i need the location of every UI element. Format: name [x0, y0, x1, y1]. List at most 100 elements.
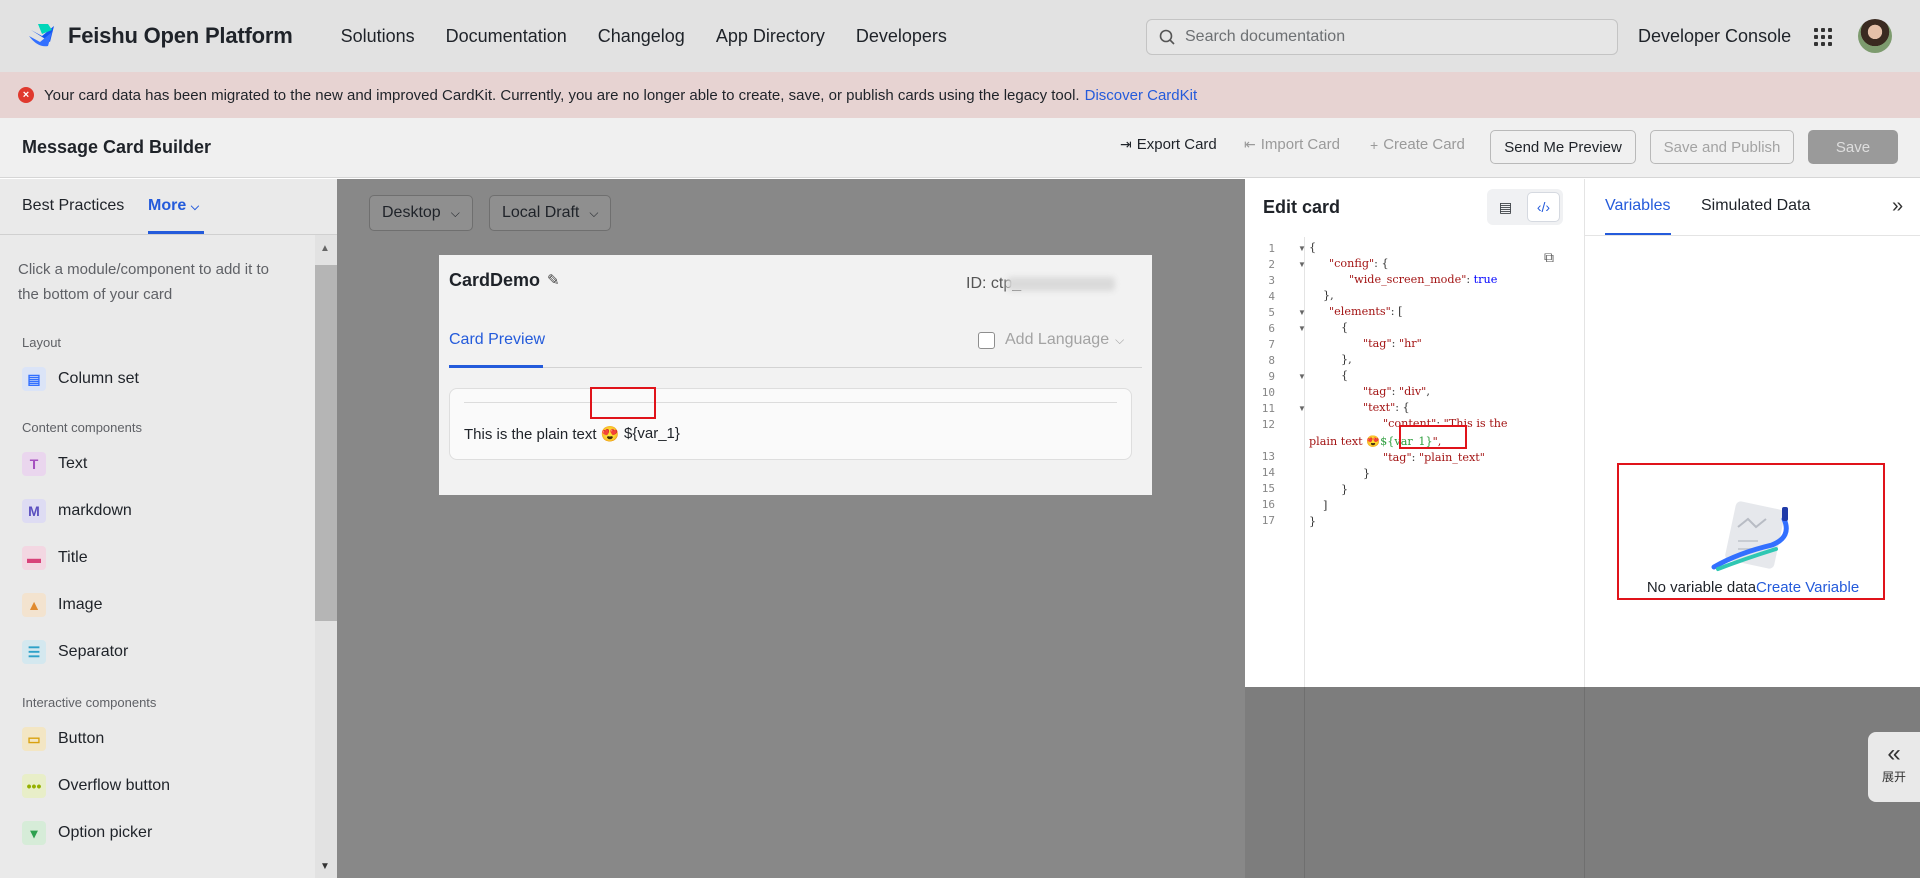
import-card-button[interactable]: ⇤ Import Card — [1244, 136, 1340, 153]
code-line: "wide_screen_mode": true — [1349, 273, 1498, 286]
component-text[interactable]: T Text — [22, 452, 87, 476]
highlight-box — [1617, 463, 1885, 600]
create-card-button[interactable]: + Create Card — [1370, 136, 1465, 153]
tab-divider — [449, 367, 1142, 368]
tab-best-practices[interactable]: Best Practices — [22, 197, 124, 215]
save-and-publish-button[interactable]: Save and Publish — [1650, 130, 1794, 164]
builder-header: Message Card Builder ⇥ Export Card ⇤ Impor… — [0, 118, 1920, 178]
line-number: 6 — [1268, 322, 1275, 335]
add-language-label: Add Language — [1005, 331, 1110, 348]
line-number: 14 — [1261, 466, 1275, 479]
component-panel: Best Practices More ⌵ Click a module/com… — [0, 179, 337, 878]
export-card-button[interactable]: ⇥ Export Card — [1120, 136, 1217, 153]
chevron-down-icon: ⌵ — [1115, 332, 1125, 347]
save-button[interactable]: Save — [1808, 130, 1898, 164]
expand-panel-button[interactable]: « 展开 — [1868, 732, 1920, 802]
component-label: Overflow button — [58, 777, 171, 794]
tab-simulated-data[interactable]: Simulated Data — [1701, 197, 1810, 215]
editor-title: Edit card — [1263, 197, 1341, 217]
component-markdown[interactable]: Mmarkdown — [22, 499, 132, 523]
edit-name-icon[interactable]: ✎ — [547, 271, 560, 289]
component-label: Column set — [58, 370, 139, 387]
tab-card-preview[interactable]: Card Preview — [449, 331, 545, 349]
scroll-down-icon[interactable]: ▼ — [320, 861, 330, 872]
top-navbar: Feishu Open Platform Solutions Documenta… — [0, 0, 1920, 72]
fold-arrow-icon[interactable]: ▼ — [1298, 260, 1306, 269]
button-icon: ▭ — [22, 727, 46, 751]
discover-cardkit-link[interactable]: Discover CardKit — [1085, 87, 1198, 104]
draft-dropdown-value: Local Draft — [502, 204, 580, 221]
scrollbar-thumb[interactable] — [315, 265, 337, 621]
form-view-icon[interactable]: ▤ — [1487, 189, 1524, 225]
line-number: 3 — [1268, 274, 1275, 287]
card-separator — [464, 402, 1117, 403]
grid-icon[interactable] — [1814, 28, 1832, 46]
tab-variables[interactable]: Variables — [1605, 197, 1671, 215]
add-language-checkbox[interactable] — [978, 331, 995, 349]
line-number: 10 — [1261, 386, 1275, 399]
collapse-panel-icon[interactable]: » — [1892, 195, 1903, 218]
component-label: Button — [58, 730, 105, 747]
code-view-icon[interactable]: ‹/› — [1526, 192, 1560, 222]
developer-console-link[interactable]: Developer Console — [1638, 26, 1791, 47]
code-line: "config": { — [1329, 257, 1389, 270]
code-line: { — [1341, 369, 1349, 382]
avatar[interactable] — [1858, 19, 1892, 53]
nav-link-documentation[interactable]: Documentation — [446, 26, 567, 47]
component-option-picker[interactable]: ▾ Option picker — [22, 821, 152, 845]
card-variable-text: ${var_1} — [624, 425, 680, 442]
active-tab-indicator — [148, 231, 204, 234]
double-chevron-left-icon: « — [1887, 740, 1901, 767]
line-number: 15 — [1261, 482, 1275, 495]
nav-link-changelog[interactable]: Changelog — [598, 26, 685, 47]
nav-link-solutions[interactable]: Solutions — [341, 26, 415, 47]
component-overflow-button[interactable]: ••• Overflow button — [22, 774, 170, 798]
component-separator[interactable]: ☰ Separator — [22, 640, 128, 664]
send-me-preview-button[interactable]: Send Me Preview — [1490, 130, 1636, 164]
fold-arrow-icon[interactable]: ▼ — [1298, 404, 1306, 413]
fold-arrow-icon[interactable]: ▼ — [1298, 324, 1306, 333]
brand-logo[interactable]: Feishu Open Platform — [28, 22, 293, 50]
create-card-label: Create Card — [1383, 136, 1465, 153]
component-label: Image — [58, 596, 103, 613]
json-editor: Edit card ▤ ‹/› 1 2 3 4 5 6 7 8 9 10 11 … — [1245, 179, 1584, 877]
option-picker-icon: ▾ — [22, 821, 46, 845]
component-column-set[interactable]: ▤ Column set — [22, 367, 139, 391]
line-number: 7 — [1268, 338, 1275, 351]
component-title[interactable]: ▬ Title — [22, 546, 88, 570]
card-body[interactable]: This is the plain text 😍 ${var_1} — [449, 388, 1132, 460]
nav-links: Solutions Documentation Changelog App Di… — [341, 26, 978, 47]
nav-link-app-directory[interactable]: App Directory — [716, 26, 825, 47]
card-name: CardDemo — [449, 270, 541, 290]
line-number: 13 — [1261, 450, 1275, 463]
highlight-box — [1399, 425, 1467, 449]
separator-icon: ☰ — [22, 640, 46, 664]
migration-banner: × Your card data has been migrated to th… — [0, 72, 1920, 118]
tab-more-label: More — [148, 197, 187, 214]
fold-arrow-icon[interactable]: ▼ — [1298, 244, 1306, 253]
code-line: "text": { — [1363, 401, 1410, 414]
device-dropdown[interactable]: Desktop ⌵ — [369, 195, 473, 231]
card-id-blurred — [1007, 277, 1115, 291]
search-box[interactable] — [1146, 19, 1618, 55]
component-image[interactable]: ▲ Image — [22, 593, 102, 617]
panel-hint: Click a module/component to add it to th… — [18, 261, 269, 303]
search-input[interactable] — [1185, 28, 1605, 46]
section-layout: Layout — [22, 335, 62, 350]
panel-scrollbar[interactable]: ▲ ▼ — [315, 235, 337, 878]
scroll-up-icon[interactable]: ▲ — [320, 243, 330, 254]
import-card-label: Import Card — [1260, 136, 1340, 153]
copy-icon[interactable]: ⧉ — [1544, 249, 1554, 266]
line-number: 4 — [1268, 290, 1275, 303]
plus-icon: + — [1370, 136, 1379, 153]
brand-name: Feishu Open Platform — [68, 23, 293, 48]
code-line: }, — [1341, 353, 1352, 366]
component-label: Separator — [58, 643, 129, 660]
nav-link-developers[interactable]: Developers — [856, 26, 947, 47]
fold-arrow-icon[interactable]: ▼ — [1298, 308, 1306, 317]
add-language-toggle[interactable]: Add Language ⌵ — [978, 331, 1124, 349]
component-button[interactable]: ▭ Button — [22, 727, 104, 751]
tab-more[interactable]: More ⌵ — [148, 197, 199, 215]
fold-arrow-icon[interactable]: ▼ — [1298, 372, 1306, 381]
draft-dropdown[interactable]: Local Draft ⌵ — [489, 195, 612, 231]
